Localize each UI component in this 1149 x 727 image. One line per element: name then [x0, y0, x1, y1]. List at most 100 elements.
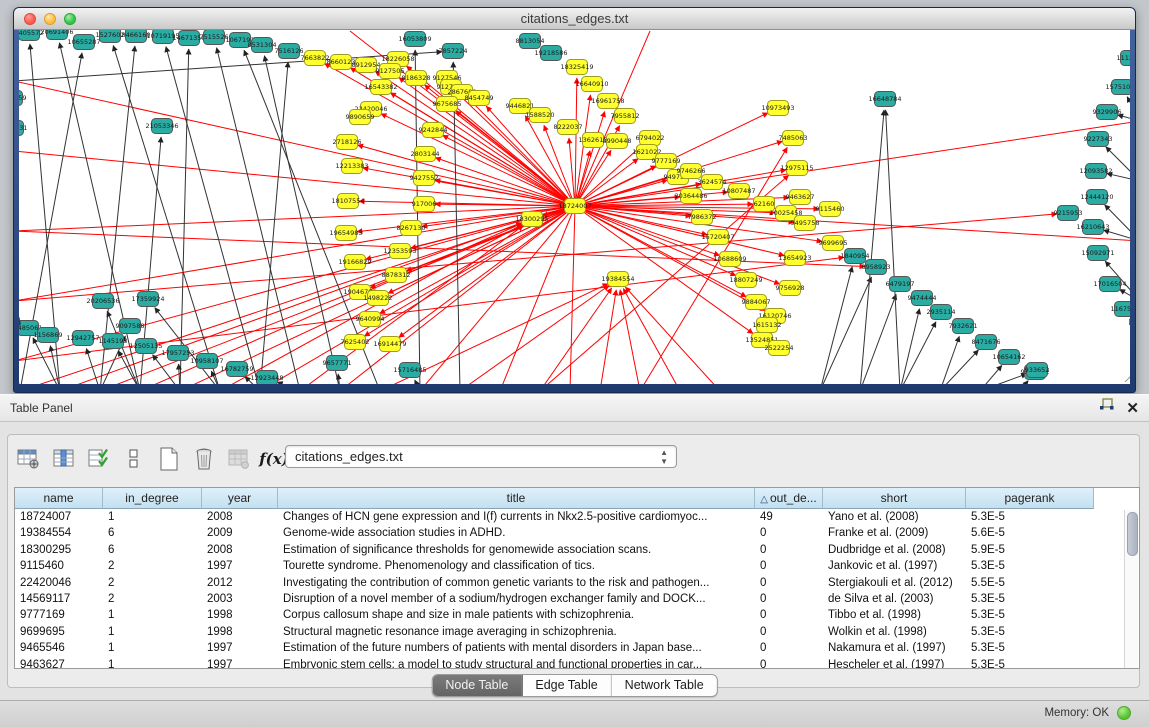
- column-visibility-icon[interactable]: [51, 446, 77, 472]
- network-canvas[interactable]: 2405572206914061065528715276028466160107…: [19, 30, 1130, 384]
- table-cell[interactable]: 6: [103, 525, 202, 541]
- table-mode-icon[interactable]: [16, 446, 42, 472]
- network-window-titlebar[interactable]: citations_edges.txt: [14, 8, 1135, 30]
- table-cell[interactable]: 0: [755, 640, 823, 656]
- table-cell[interactable]: 9463627: [15, 657, 103, 669]
- table-cell[interactable]: Jankovic et al. (1997): [823, 558, 966, 574]
- table-cell[interactable]: Disruption of a novel member of a sodium…: [278, 591, 755, 607]
- table-cell[interactable]: 9465546: [15, 640, 103, 656]
- table-cell[interactable]: 1998: [202, 624, 278, 640]
- tab-network-table[interactable]: Network Table: [612, 675, 717, 696]
- table-cell[interactable]: de Silva et al. (2003): [823, 591, 966, 607]
- table-cell[interactable]: 1997: [202, 657, 278, 669]
- table-cell[interactable]: 2: [103, 558, 202, 574]
- table-cell[interactable]: 2012: [202, 575, 278, 591]
- table-cell[interactable]: 9699695: [15, 624, 103, 640]
- table-cell[interactable]: 1998: [202, 607, 278, 623]
- table-cell[interactable]: 2: [103, 591, 202, 607]
- table-row[interactable]: 1938455462009Genome-wide association stu…: [15, 525, 1139, 541]
- table-cell[interactable]: Dudbridge et al. (2008): [823, 542, 966, 558]
- table-row[interactable]: 1456911722003Disruption of a novel membe…: [15, 591, 1139, 607]
- table-cell[interactable]: 1: [103, 640, 202, 656]
- table-cell[interactable]: 5.5E-5: [966, 575, 1094, 591]
- table-scrollbar[interactable]: [1124, 510, 1138, 668]
- table-row[interactable]: 1830029562008Estimation of significance …: [15, 542, 1139, 558]
- column-header-short[interactable]: short: [823, 488, 966, 509]
- table-cell[interactable]: Investigating the contribution of common…: [278, 575, 755, 591]
- node-table[interactable]: namein_degreeyeartitle△out_de...shortpag…: [14, 487, 1140, 669]
- table-cell[interactable]: 0: [755, 657, 823, 669]
- table-cell[interactable]: Embryonic stem cells: a model to study s…: [278, 657, 755, 669]
- table-cell[interactable]: 2008: [202, 509, 278, 525]
- table-cell[interactable]: 0: [755, 525, 823, 541]
- table-row[interactable]: 911546021997Tourette syndrome. Phenomeno…: [15, 558, 1139, 574]
- float-panel-icon[interactable]: [1099, 395, 1114, 421]
- table-cell[interactable]: Hescheler et al. (1997): [823, 657, 966, 669]
- table-row[interactable]: 977716911998Corpus callosum shape and si…: [15, 607, 1139, 623]
- table-selector[interactable]: citations_edges.txt ▲▼: [285, 445, 677, 468]
- table-row[interactable]: 969969511998Structural magnetic resonanc…: [15, 624, 1139, 640]
- table-cell[interactable]: 5.6E-5: [966, 525, 1094, 541]
- table-cell[interactable]: 0: [755, 542, 823, 558]
- table-cell[interactable]: 2003: [202, 591, 278, 607]
- table-cell[interactable]: 5.3E-5: [966, 558, 1094, 574]
- table-cell[interactable]: Franke et al. (2009): [823, 525, 966, 541]
- network-graph[interactable]: 2405572206914061065528715276028466160107…: [19, 30, 1130, 384]
- table-cell[interactable]: Estimation of significance thresholds fo…: [278, 542, 755, 558]
- table-cell[interactable]: 5.3E-5: [966, 640, 1094, 656]
- function-builder-icon[interactable]: f(x): [261, 446, 287, 472]
- table-cell[interactable]: 19384554: [15, 525, 103, 541]
- table-cell[interactable]: Genome-wide association studies in ADHD.: [278, 525, 755, 541]
- table-cell[interactable]: 1997: [202, 558, 278, 574]
- table-cell[interactable]: 1997: [202, 640, 278, 656]
- table-cell[interactable]: 0: [755, 558, 823, 574]
- table-row[interactable]: 946362711997Embryonic stem cells: a mode…: [15, 657, 1139, 669]
- table-cell[interactable]: 6: [103, 542, 202, 558]
- table-cell[interactable]: 0: [755, 591, 823, 607]
- table-cell[interactable]: 5.3E-5: [966, 591, 1094, 607]
- scrollbar-thumb[interactable]: [1127, 512, 1138, 556]
- table-cell[interactable]: Changes of HCN gene expression and I(f) …: [278, 509, 755, 525]
- table-cell[interactable]: 1: [103, 607, 202, 623]
- create-column-icon[interactable]: [156, 446, 182, 472]
- table-cell[interactable]: 9115460: [15, 558, 103, 574]
- table-cell[interactable]: 5.9E-5: [966, 542, 1094, 558]
- close-panel-icon[interactable]: ✕: [1126, 401, 1139, 416]
- table-cell[interactable]: 22420046: [15, 575, 103, 591]
- tab-edge-table[interactable]: Edge Table: [522, 675, 611, 696]
- column-header-in_degree[interactable]: in_degree: [103, 488, 202, 509]
- table-cell[interactable]: 0: [755, 624, 823, 640]
- table-cell[interactable]: 1: [103, 624, 202, 640]
- table-cell[interactable]: 14569117: [15, 591, 103, 607]
- table-cell[interactable]: Structural magnetic resonance image aver…: [278, 624, 755, 640]
- table-cell[interactable]: 49: [755, 509, 823, 525]
- table-cell[interactable]: 1: [103, 657, 202, 669]
- tab-node-table[interactable]: Node Table: [432, 675, 522, 696]
- table-cell[interactable]: 5.3E-5: [966, 624, 1094, 640]
- table-cell[interactable]: 2009: [202, 525, 278, 541]
- table-cell[interactable]: 18724007: [15, 509, 103, 525]
- table-cell[interactable]: 0: [755, 575, 823, 591]
- table-cell[interactable]: Corpus callosum shape and size in male p…: [278, 607, 755, 623]
- table-cell[interactable]: 5.3E-5: [966, 509, 1094, 525]
- table-cell[interactable]: 0: [755, 607, 823, 623]
- delete-columns-icon[interactable]: [191, 446, 217, 472]
- import-table-icon[interactable]: [226, 446, 252, 472]
- table-cell[interactable]: 18300295: [15, 542, 103, 558]
- table-row[interactable]: 2242004622012Investigating the contribut…: [15, 575, 1139, 591]
- column-header-year[interactable]: year: [202, 488, 278, 509]
- table-body[interactable]: 1872400712008Changes of HCN gene express…: [15, 509, 1139, 669]
- table-cell[interactable]: 5.3E-5: [966, 657, 1094, 669]
- table-cell[interactable]: Wolkin et al. (1998): [823, 624, 966, 640]
- column-header-title[interactable]: title: [278, 488, 755, 509]
- table-cell[interactable]: Yano et al. (2008): [823, 509, 966, 525]
- table-cell[interactable]: Stergiakouli et al. (2012): [823, 575, 966, 591]
- table-row[interactable]: 1872400712008Changes of HCN gene express…: [15, 509, 1139, 525]
- table-cell[interactable]: 1: [103, 509, 202, 525]
- table-cell[interactable]: Nakamura et al. (1997): [823, 640, 966, 656]
- table-row[interactable]: 946554611997Estimation of the future num…: [15, 640, 1139, 656]
- table-cell[interactable]: Tourette syndrome. Phenomenology and cla…: [278, 558, 755, 574]
- column-header-pagerank[interactable]: pagerank: [966, 488, 1094, 509]
- table-cell[interactable]: Tibbo et al. (1998): [823, 607, 966, 623]
- table-header-row[interactable]: namein_degreeyeartitle△out_de...shortpag…: [15, 488, 1139, 509]
